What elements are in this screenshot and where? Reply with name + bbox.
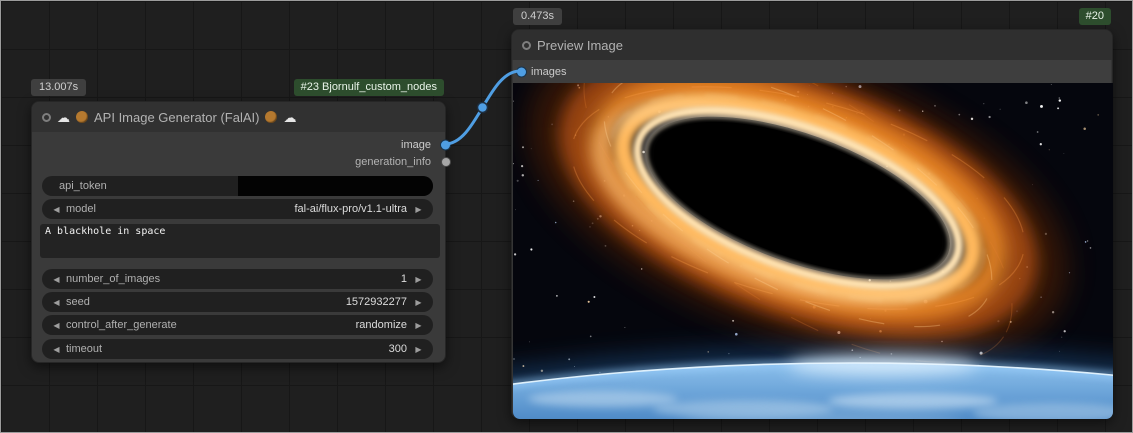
widget-model[interactable]: ◀ model fal-ai/flux-pro/v1.1-ultra ▶: [42, 199, 433, 219]
model-label: model: [66, 203, 96, 215]
blackhole-image: [513, 83, 1113, 419]
api-token-redacted-value[interactable]: [238, 176, 434, 196]
preview-timing-badge: 0.473s: [513, 8, 562, 25]
image-link-wire: [445, 71, 520, 144]
link-midpoint-dot[interactable]: [478, 103, 488, 113]
number-of-images-value[interactable]: 1: [160, 273, 407, 285]
decrement-arrow-icon[interactable]: ◀: [50, 345, 63, 354]
control-after-generate-label: control_after_generate: [66, 319, 177, 331]
timeout-label: timeout: [66, 343, 102, 355]
cloud-icon: ☁: [57, 111, 70, 124]
preview-id-badge: #20: [1079, 8, 1111, 25]
preview-image-container[interactable]: [513, 83, 1113, 419]
control-after-generate-value[interactable]: randomize: [177, 319, 407, 331]
falai-timing-badge: 13.007s: [31, 79, 86, 96]
preview-image-node[interactable]: Preview Image images: [511, 29, 1113, 419]
output-slot-image: image: [32, 137, 445, 153]
output-label-image: image: [401, 139, 431, 151]
api-token-label: api_token: [59, 180, 107, 192]
decrement-arrow-icon[interactable]: ◀: [50, 321, 63, 330]
model-value[interactable]: fal-ai/flux-pro/v1.1-ultra: [96, 203, 407, 215]
input-slot-images: images: [513, 60, 1111, 83]
timeout-value[interactable]: 300: [102, 343, 407, 355]
widget-control-after-generate[interactable]: ◀ control_after_generate randomize ▶: [42, 315, 433, 335]
increment-arrow-icon[interactable]: ▶: [412, 321, 425, 330]
increment-arrow-icon[interactable]: ▶: [412, 298, 425, 307]
decrement-arrow-icon[interactable]: ◀: [50, 275, 63, 284]
falai-id-badge: #23 Bjornulf_custom_nodes: [294, 79, 444, 96]
cloud-icon: ☁: [283, 111, 296, 124]
increment-arrow-icon[interactable]: ▶: [412, 345, 425, 354]
cookie-icon: [76, 111, 88, 123]
seed-value[interactable]: 1572932277: [90, 296, 407, 308]
falai-node-titlebar[interactable]: ☁ API Image Generator (FalAI) ☁: [32, 102, 445, 132]
image-output-dot[interactable]: [441, 141, 450, 150]
preview-node-title: Preview Image: [537, 38, 623, 53]
node-editor-canvas[interactable]: 13.007s #23 Bjornulf_custom_nodes 0.473s…: [0, 0, 1133, 433]
decrement-arrow-icon[interactable]: ◀: [50, 205, 63, 214]
falai-node[interactable]: ☁ API Image Generator (FalAI) ☁ image ge…: [31, 101, 446, 363]
cookie-icon: [265, 111, 277, 123]
increment-arrow-icon[interactable]: ▶: [412, 275, 425, 284]
collapse-dot-icon[interactable]: [42, 113, 51, 122]
collapse-dot-icon[interactable]: [522, 41, 531, 50]
output-slot-generation-info: generation_info: [32, 154, 445, 170]
decrement-arrow-icon[interactable]: ◀: [50, 298, 63, 307]
number-of-images-label: number_of_images: [66, 273, 160, 285]
widget-seed[interactable]: ◀ seed 1572932277 ▶: [42, 292, 433, 312]
increment-arrow-icon[interactable]: ▶: [412, 205, 425, 214]
generation-info-output-dot[interactable]: [442, 158, 450, 166]
seed-label: seed: [66, 296, 90, 308]
widget-timeout[interactable]: ◀ timeout 300 ▶: [42, 339, 433, 359]
widget-api-token[interactable]: api_token: [42, 176, 433, 196]
preview-node-titlebar[interactable]: Preview Image: [512, 30, 1112, 60]
images-input-dot[interactable]: [517, 67, 526, 76]
input-label-images: images: [531, 66, 566, 78]
widget-number-of-images[interactable]: ◀ number_of_images 1 ▶: [42, 269, 433, 289]
output-label-generation-info: generation_info: [355, 156, 431, 168]
prompt-textarea[interactable]: A blackhole in space: [40, 224, 440, 258]
falai-node-title: API Image Generator (FalAI): [94, 110, 259, 125]
